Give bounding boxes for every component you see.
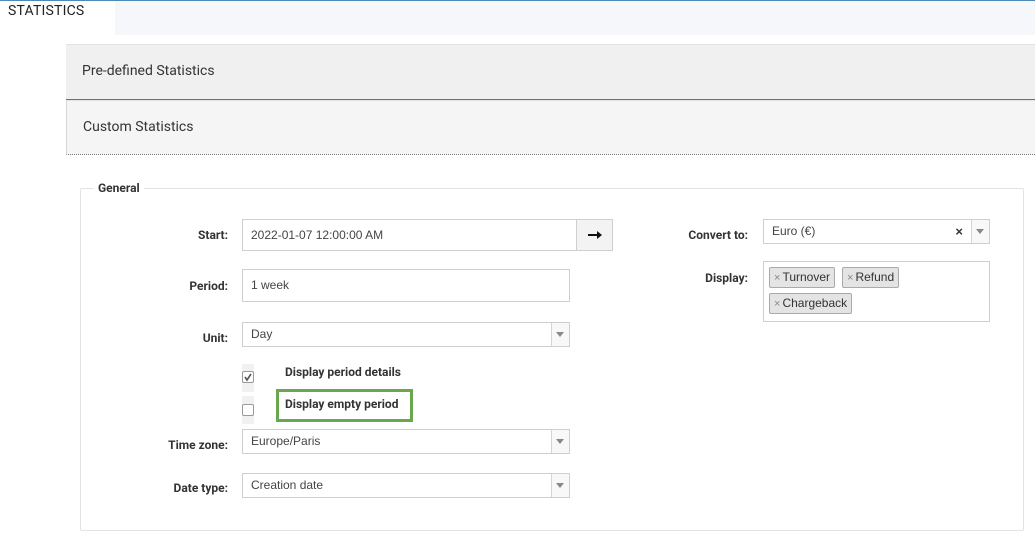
display-empty-period-label[interactable]: Display empty period (285, 397, 398, 411)
convert-to-select[interactable]: Euro (€) × (763, 219, 990, 244)
time-zone-dropdown-toggle[interactable] (551, 430, 569, 453)
date-type-label: Date type: (173, 481, 228, 495)
remove-icon[interactable]: × (847, 272, 853, 284)
period-label: Period: (189, 279, 228, 293)
remove-icon[interactable]: × (774, 272, 780, 284)
period-input[interactable]: 1 week (242, 269, 570, 302)
top-tab-bar: STATISTICS (0, 0, 1035, 36)
convert-to-dropdown-toggle[interactable] (971, 220, 989, 243)
convert-to-label: Convert to: (688, 228, 748, 242)
display-period-details-label[interactable]: Display period details (285, 365, 401, 379)
caret-down-icon (556, 332, 564, 337)
remove-icon[interactable]: × (774, 298, 780, 310)
start-input[interactable]: 2022-01-07 12:00:00 AM (242, 219, 577, 251)
display-empty-period-checkbox[interactable] (242, 404, 254, 416)
general-legend: General (94, 181, 144, 195)
date-type-dropdown-toggle[interactable] (551, 474, 569, 497)
chip-chargeback: × Chargeback (769, 293, 853, 314)
chip-label: Chargeback (782, 296, 848, 310)
date-type-value: Creation date (251, 478, 324, 492)
convert-to-value: Euro (€) (772, 224, 816, 238)
clear-icon[interactable]: × (955, 220, 963, 243)
arrow-right-icon (587, 231, 602, 239)
unit-select[interactable]: Day (242, 322, 570, 347)
time-zone-value: Europe/Paris (251, 434, 321, 448)
chip-label: Turnover (782, 270, 831, 284)
statistics-accordion: Pre-defined Statistics Custom Statistics (66, 44, 1035, 155)
unit-label: Unit: (202, 331, 228, 345)
start-label: Start: (198, 228, 228, 242)
checkmark-icon (244, 373, 252, 382)
unit-value: Day (251, 327, 273, 341)
display-period-details-checkbox[interactable] (242, 371, 254, 383)
caret-down-icon (556, 483, 564, 488)
time-zone-label: Time zone: (168, 438, 228, 452)
predefined-statistics-title: Pre-defined Statistics (82, 63, 215, 79)
predefined-statistics-header[interactable]: Pre-defined Statistics (66, 44, 1035, 100)
chip-label: Refund (855, 270, 895, 284)
custom-statistics-header[interactable]: Custom Statistics (66, 100, 1035, 155)
tab-statistics[interactable]: STATISTICS (0, 1, 115, 36)
caret-down-icon (976, 229, 984, 234)
time-zone-select[interactable]: Europe/Paris (242, 429, 570, 454)
caret-down-icon (556, 439, 564, 444)
chip-refund: × Refund (842, 267, 900, 288)
unit-dropdown-toggle[interactable] (551, 323, 569, 346)
display-multiselect[interactable]: × Turnover × Refund × Chargeback (763, 261, 990, 322)
start-go-button[interactable] (576, 219, 613, 251)
custom-statistics-title: Custom Statistics (83, 119, 194, 135)
display-label: Display: (705, 271, 748, 285)
date-type-select[interactable]: Creation date (242, 473, 570, 498)
chip-turnover: × Turnover (769, 267, 836, 288)
tab-statistics-label: STATISTICS (8, 3, 85, 19)
